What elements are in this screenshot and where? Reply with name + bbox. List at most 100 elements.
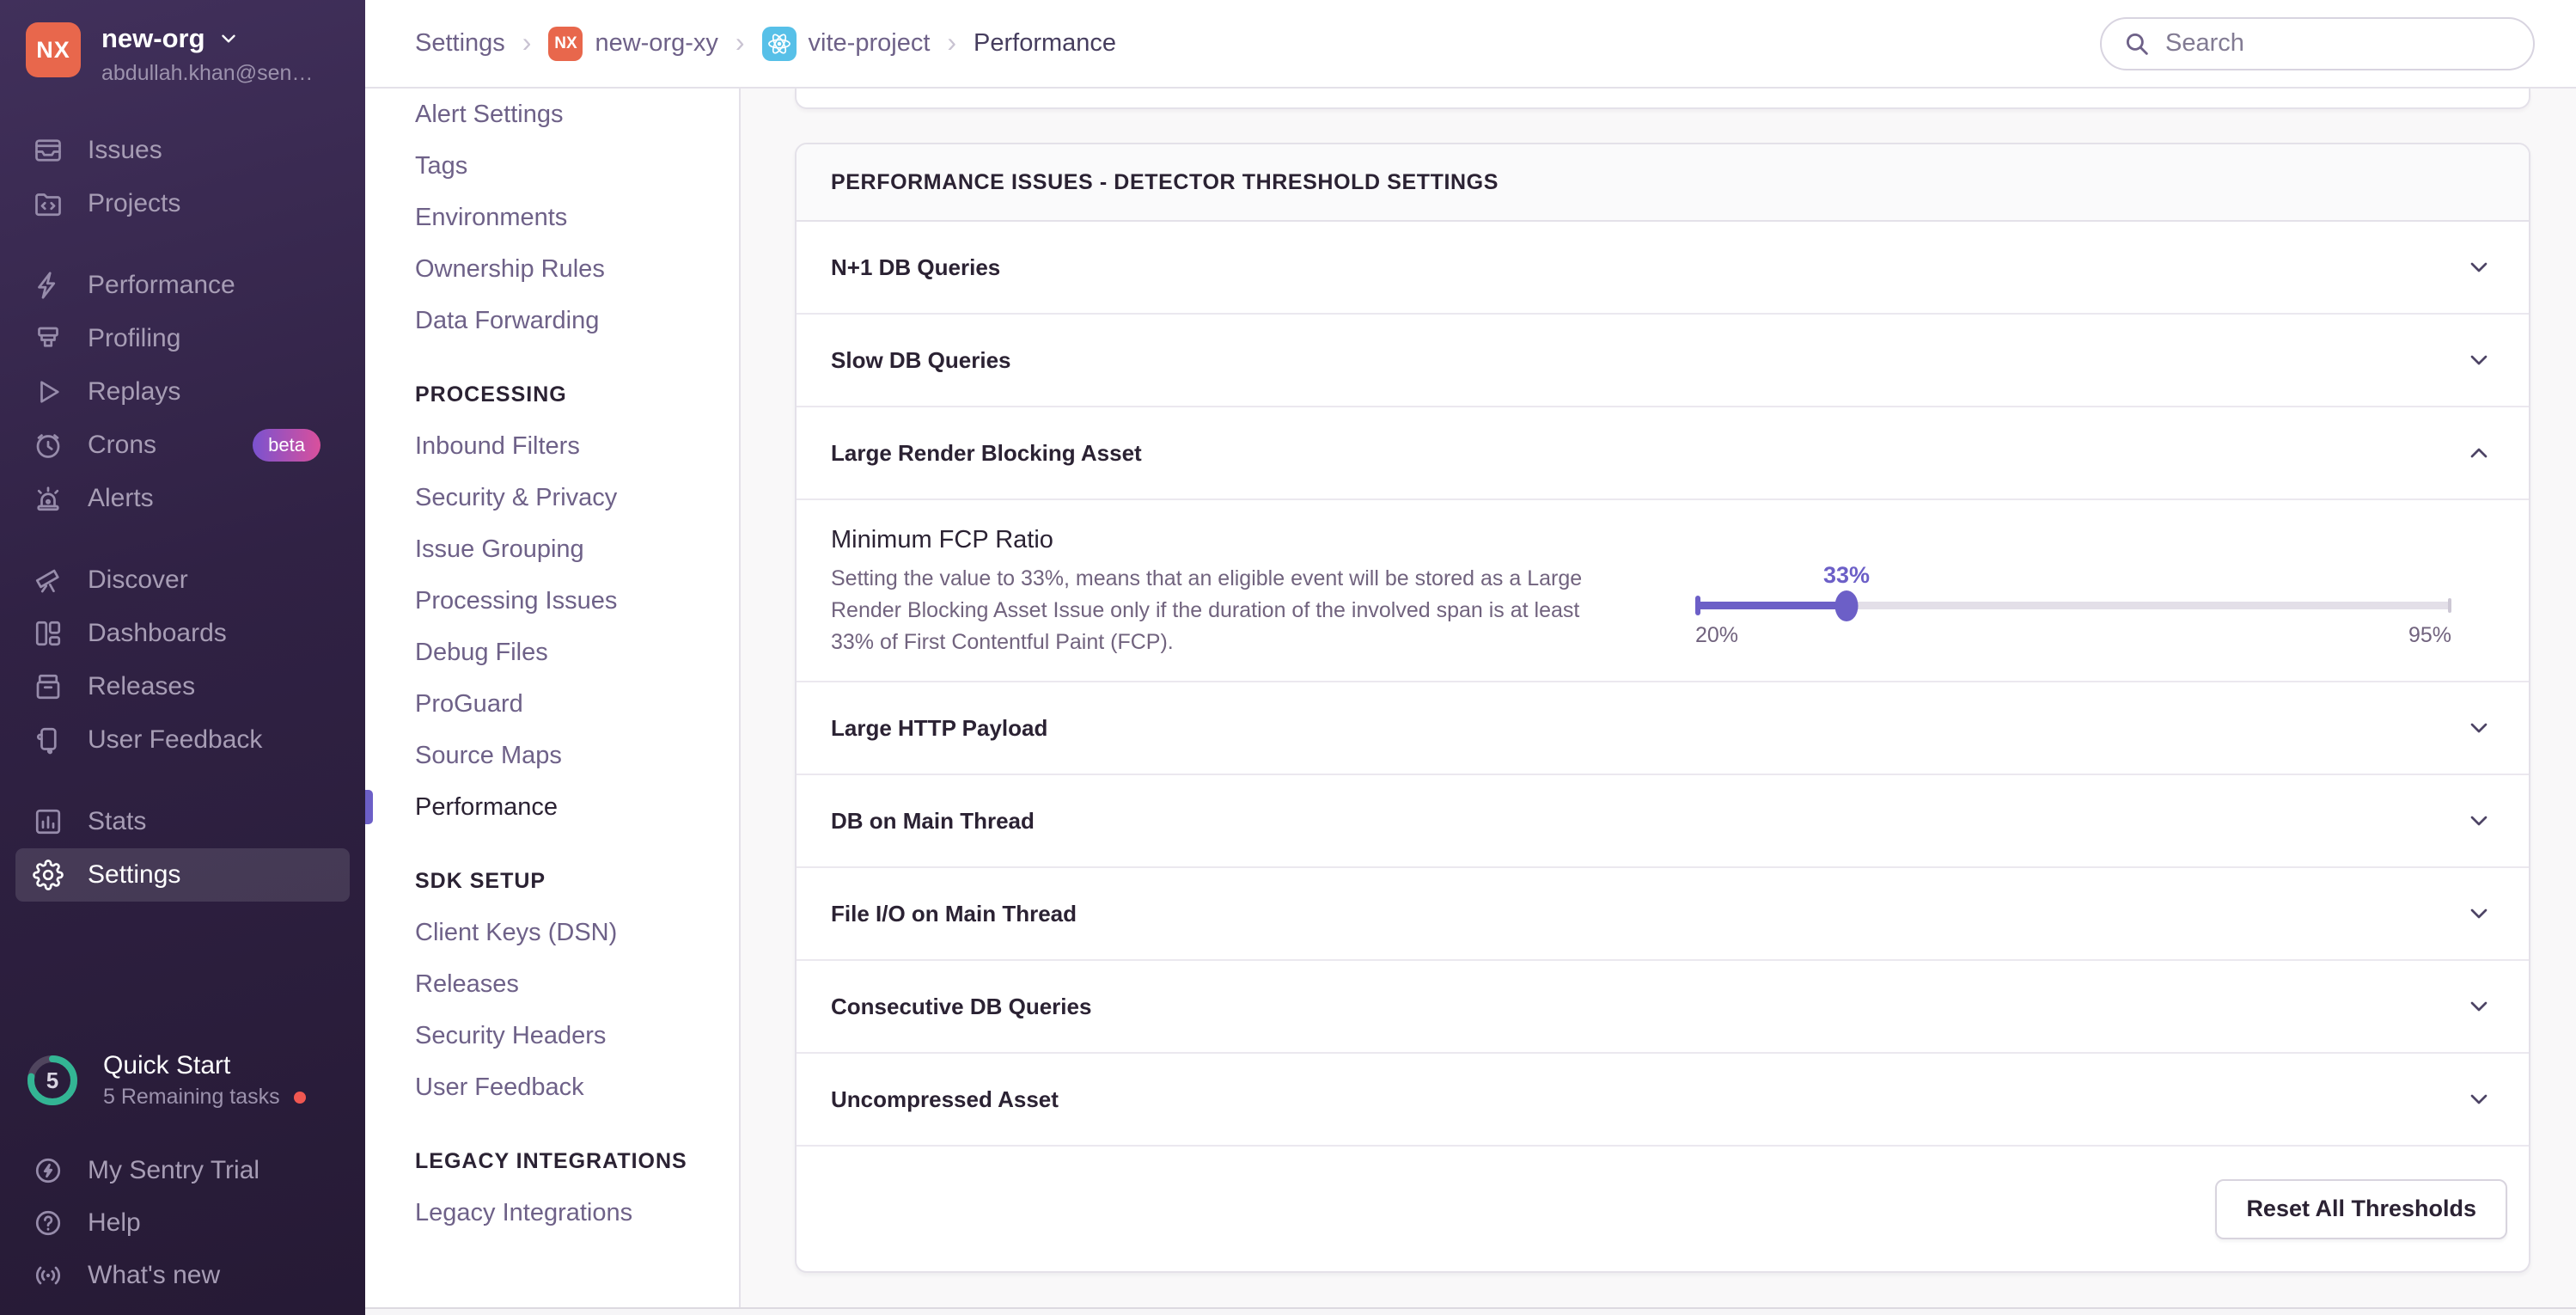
sidebar-item-stats[interactable]: Stats (15, 795, 350, 848)
detector-row-n-1-db-queries[interactable]: N+1 DB Queries (797, 222, 2529, 315)
search-field[interactable] (2165, 29, 2512, 58)
settings-nav-label: Ownership Rules (415, 254, 605, 283)
settings-nav-label: Environments (415, 203, 568, 231)
settings-nav-label: Client Keys (DSN) (415, 918, 618, 946)
sidebar-item-issues[interactable]: Issues (15, 124, 350, 177)
sidebar-item-label: Issues (88, 136, 162, 164)
beta-badge: beta (253, 429, 320, 462)
breadcrumb-vite-project[interactable]: vite-project (761, 26, 930, 61)
user-email: abdullah.khan@sen… (101, 61, 314, 85)
settings-nav-processing-issues[interactable]: Processing Issues (365, 575, 739, 627)
breadcrumb-separator: › (522, 26, 532, 58)
chevron-down-icon (2465, 1086, 2493, 1113)
nav-section-heading: Processing (415, 382, 567, 407)
breadcrumb-label: Performance (974, 29, 1117, 57)
active-indicator (365, 790, 373, 824)
dashboards-icon (33, 618, 64, 649)
settings-nav-alert-settings[interactable]: Alert Settings (365, 89, 739, 140)
breadcrumb-new-org-xy[interactable]: NX new-org-xy (548, 26, 718, 61)
search-input[interactable] (2100, 16, 2535, 70)
large-render-blocking-asset-detail: Minimum FCP Ratio Setting the value to 3… (797, 500, 2529, 682)
sidebar-item-performance[interactable]: Performance (15, 259, 350, 312)
settings-nav-debug-files[interactable]: Debug Files (365, 627, 739, 678)
org-badge: NX (548, 26, 583, 61)
sidebar-item-discover[interactable]: Discover (15, 554, 350, 607)
settings-nav-security-privacy[interactable]: Security & Privacy (365, 472, 739, 523)
settings-nav-performance[interactable]: Performance (365, 781, 739, 833)
org-switcher[interactable]: NX new-org abdullah.khan@sen… (0, 0, 365, 86)
sidebar-item-what-s-new[interactable]: What's new (15, 1249, 350, 1301)
chevron-down-icon (2465, 254, 2493, 281)
main-content: PERFORMANCE ISSUES - DETECTOR THRESHOLD … (741, 89, 2576, 1307)
primary-sidebar: NX new-org abdullah.khan@sen… Issues Proj… (0, 0, 365, 1315)
settings-nav-label: User Feedback (415, 1073, 584, 1101)
settings-icon (33, 859, 64, 890)
help-icon (33, 1208, 64, 1239)
detector-row-large-http-payload[interactable]: Large HTTP Payload (797, 682, 2529, 775)
alert-dot (293, 1091, 306, 1104)
settings-nav-issue-grouping[interactable]: Issue Grouping (365, 523, 739, 575)
settings-nav-ownership-rules[interactable]: Ownership Rules (365, 243, 739, 295)
detector-row-file-i-o-on-main-thread[interactable]: File I/O on Main Thread (797, 868, 2529, 961)
slider-thumb[interactable] (1834, 590, 1859, 621)
sidebar-item-label: Settings (88, 860, 181, 889)
detector-row-consecutive-db-queries[interactable]: Consecutive DB Queries (797, 961, 2529, 1054)
sidebar-item-dashboards[interactable]: Dashboards (15, 607, 350, 660)
sidebar-nav: Issues Projects Performance Profiling Replay… (0, 124, 365, 902)
settings-nav-proguard[interactable]: ProGuard (365, 678, 739, 730)
fcp-ratio-slider[interactable]: 33% 20% 95% (1695, 526, 2451, 658)
slider-track[interactable] (1695, 590, 2451, 621)
settings-nav-user-feedback[interactable]: User Feedback (365, 1061, 739, 1113)
sidebar-item-help[interactable]: Help (15, 1196, 350, 1249)
settings-nav-inbound-filters[interactable]: Inbound Filters (365, 420, 739, 472)
sidebar-item-label: Alerts (88, 484, 154, 512)
settings-nav-data-forwarding[interactable]: Data Forwarding (365, 295, 739, 346)
sidebar-item-settings[interactable]: Settings (15, 848, 350, 902)
settings-nav-label: Issue Grouping (415, 535, 584, 563)
settings-nav-environments[interactable]: Environments (365, 192, 739, 243)
settings-nav-security-headers[interactable]: Security Headers (365, 1010, 739, 1061)
sidebar-item-releases[interactable]: Releases (15, 660, 350, 713)
breadcrumb-label: new-org-xy (595, 29, 718, 57)
search-icon (2126, 33, 2148, 55)
sidebar-item-label: Releases (88, 672, 196, 700)
panel-title: PERFORMANCE ISSUES - DETECTOR THRESHOLD … (831, 169, 1499, 194)
detector-row-large-render-blocking-asset[interactable]: Large Render Blocking Asset (797, 407, 2529, 500)
detector-rows: N+1 DB Queries Slow DB Queries Large Rende… (797, 222, 2529, 1147)
sidebar-item-label: What's new (88, 1260, 221, 1289)
slider-min-label: 20% (1695, 623, 1739, 647)
detector-row-db-on-main-thread[interactable]: DB on Main Thread (797, 775, 2529, 868)
sidebar-item-label: Help (88, 1208, 141, 1237)
settings-nav-client-keys-dsn[interactable]: Client Keys (DSN) (365, 907, 739, 958)
user-feedback-icon (33, 725, 64, 755)
detector-row-uncompressed-asset[interactable]: Uncompressed Asset (797, 1054, 2529, 1147)
stats-icon (33, 806, 64, 837)
panel-header: PERFORMANCE ISSUES - DETECTOR THRESHOLD … (797, 144, 2529, 222)
sidebar-item-replays[interactable]: Replays (15, 365, 350, 419)
discover-icon (33, 565, 64, 596)
sidebar-item-profiling[interactable]: Profiling (15, 312, 350, 365)
breadcrumb-settings[interactable]: Settings (415, 29, 505, 58)
panel-footer: Reset All Thresholds (797, 1147, 2529, 1271)
sidebar-item-label: Stats (88, 807, 147, 835)
quick-start[interactable]: 5 Quick Start 5 Remaining tasks (0, 1051, 365, 1110)
settings-nav-tags[interactable]: Tags (365, 140, 739, 192)
settings-nav-label: Legacy Integrations (415, 1198, 633, 1226)
settings-nav-label: Releases (415, 969, 519, 998)
settings-nav-legacy-integrations[interactable]: Legacy Integrations (365, 1187, 739, 1239)
sidebar-item-crons[interactable]: Crons beta (15, 419, 350, 472)
settings-nav-label: ProGuard (415, 689, 523, 718)
sidebar-item-label: Performance (88, 271, 235, 299)
settings-nav-source-maps[interactable]: Source Maps (365, 730, 739, 781)
releases-icon (33, 671, 64, 702)
sidebar-item-my-sentry-trial[interactable]: My Sentry Trial (15, 1144, 350, 1196)
reset-all-thresholds-button[interactable]: Reset All Thresholds (2215, 1178, 2507, 1239)
settings-nav-releases[interactable]: Releases (365, 958, 739, 1010)
sidebar-item-projects[interactable]: Projects (15, 177, 350, 230)
sidebar-item-alerts[interactable]: Alerts (15, 472, 350, 525)
settings-nav-label: Inbound Filters (415, 431, 580, 460)
trial-icon (33, 1155, 64, 1186)
sidebar-item-user-feedback[interactable]: User Feedback (15, 713, 350, 767)
detector-row-slow-db-queries[interactable]: Slow DB Queries (797, 315, 2529, 407)
